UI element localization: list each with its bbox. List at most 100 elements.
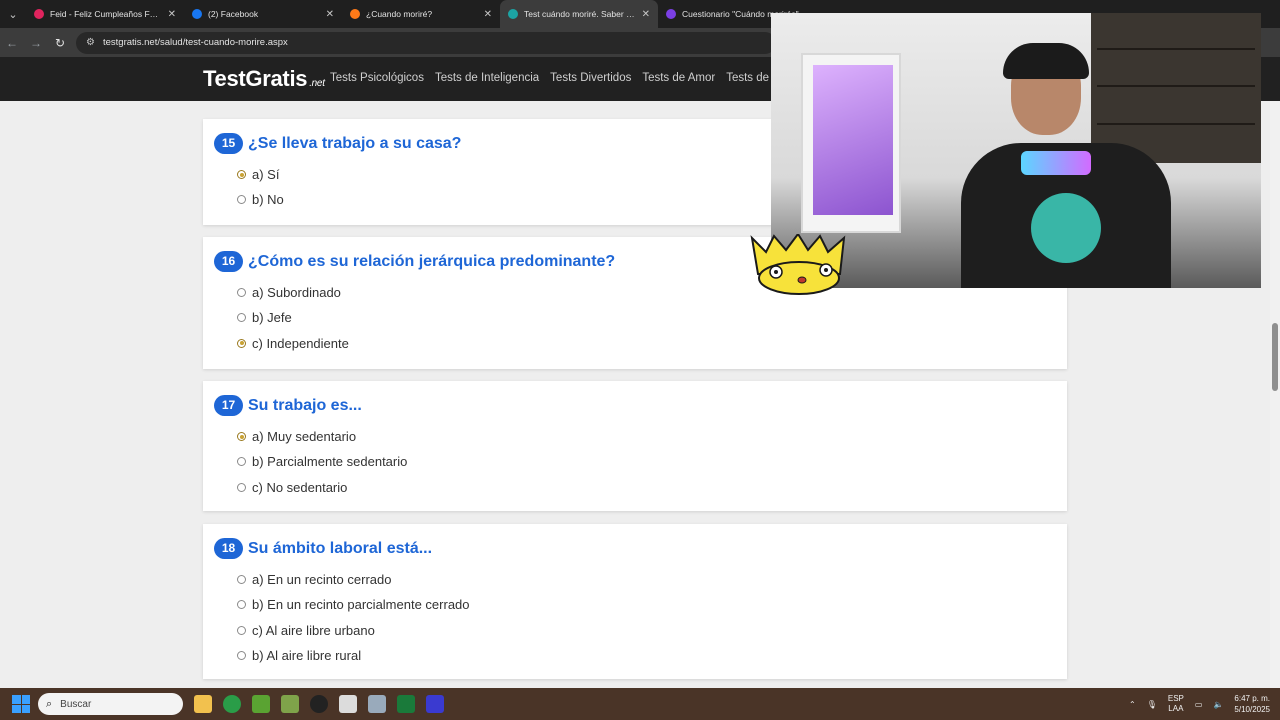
clock-time: 6:47 p. m. (1234, 694, 1270, 703)
question-card: 17 Su trabajo es... a) Muy sedentario b) Pa… (203, 381, 1067, 511)
scrollbar-thumb[interactable] (1272, 323, 1278, 391)
answer-option[interactable]: a) Subordinado (237, 285, 341, 300)
answer-option[interactable]: a) En un recinto cerrado (237, 572, 391, 587)
answer-option[interactable]: c) No sedentario (237, 480, 347, 495)
taskbar-clock[interactable]: 6:47 p. m. 5/10/2025 (1234, 693, 1270, 715)
site-nav-link[interactable]: Tests Psicológicos (330, 72, 424, 84)
question-text: Su ámbito laboral está... (248, 539, 433, 557)
forward-arrow-icon[interactable]: → (24, 36, 48, 50)
tab-favicon-icon (508, 9, 518, 19)
answer-option[interactable]: a) Muy sedentario (237, 429, 356, 444)
answer-option-label: a) Sí (252, 167, 280, 182)
radio-unselected[interactable] (237, 457, 246, 467)
site-nav-link[interactable]: Tests Divertidos (550, 72, 631, 84)
answer-option-label: c) Al aire libre urbano (252, 622, 375, 638)
site-nav-link[interactable]: Tests de Inteligencia (435, 72, 539, 84)
browser-tab[interactable]: Feid - Feliz Cumpleaños Ferxxo ✕ (26, 0, 184, 28)
media-player-icon[interactable] (397, 695, 415, 713)
answer-option[interactable]: b) En un recinto parcialmente cerrado (237, 597, 470, 612)
tab-close-icon[interactable]: ✕ (484, 9, 492, 20)
webcam-shirt-print (1031, 193, 1101, 263)
network-icon[interactable]: ▭ (1195, 700, 1203, 709)
language-indicator[interactable]: ESP LAA (1168, 694, 1184, 714)
app-g-icon[interactable] (310, 695, 328, 713)
volume-icon[interactable]: 🔈 (1213, 700, 1223, 709)
radio-unselected[interactable] (237, 195, 246, 205)
browser-tab[interactable]: ¿Cuando moriré? ✕ (342, 0, 500, 28)
chrome-icon[interactable] (223, 695, 241, 713)
answer-option-label: b) Parcialmente sedentario (252, 454, 408, 470)
language-code: ESP (1167, 694, 1184, 703)
webcam-microphone (1021, 151, 1091, 175)
scrollbar[interactable] (1270, 101, 1280, 688)
site-nav-link[interactable]: Tests de Amor (642, 72, 715, 84)
answer-option-label: c) No sedentario (252, 479, 348, 495)
radio-unselected[interactable] (237, 313, 246, 323)
reload-icon[interactable]: ↻ (48, 36, 72, 50)
answer-option[interactable]: b) Parcialmente sedentario (237, 454, 407, 469)
system-tray: ⌃ 🎙 ESP LAA ▭ 🔈 6:47 p. m. 5/10/2025 (1129, 688, 1270, 720)
answer-option-label: b) Al aire libre rural (252, 647, 362, 663)
answer-option[interactable]: b) Al aire libre rural (237, 648, 361, 663)
site-logo-text: TestGratis (203, 66, 308, 91)
keyboard-layout: LAA (1168, 704, 1184, 713)
radio-unselected[interactable] (237, 650, 246, 660)
radio-unselected[interactable] (237, 482, 246, 492)
address-bar-url: testgratis.net/salud/test-cuando-morire.… (102, 37, 288, 48)
radio-selected[interactable] (237, 170, 246, 179)
radio-unselected[interactable] (237, 288, 246, 297)
windows-taskbar: ⌕ Buscar ⌃ 🎙 ESP LAA ▭ 🔈 6:47 p. m. 5/10… (0, 688, 1280, 720)
question-number-badge: 15 (214, 133, 243, 154)
document-app-icon[interactable] (339, 695, 357, 713)
radio-selected[interactable] (237, 432, 246, 441)
answer-option-label: a) En un recinto cerrado (252, 572, 392, 587)
tray-chevron-up-icon[interactable]: ⌃ (1129, 700, 1136, 709)
radio-unselected[interactable] (237, 575, 246, 584)
radio-unselected[interactable] (237, 625, 246, 635)
crown-mascot-icon (750, 234, 846, 295)
answer-option[interactable]: c) Independiente (237, 336, 349, 351)
address-bar[interactable]: ⚙ testgratis.net/salud/test-cuando-morir… (76, 31, 776, 54)
taskbar-search[interactable]: ⌕ Buscar (38, 693, 183, 715)
radio-unselected[interactable] (237, 600, 246, 610)
calculator-icon[interactable] (368, 695, 386, 713)
browser-tab[interactable]: Test cuándo moriré. Saber edad ✕ (500, 0, 658, 28)
answer-option[interactable]: a) Sí (237, 167, 279, 182)
tab-favicon-icon (350, 9, 360, 19)
site-logo-suffix: .net (309, 78, 325, 89)
tab-favicon-icon (34, 9, 44, 19)
tab-favicon-icon (192, 9, 202, 19)
tab-close-icon[interactable]: ✕ (642, 9, 650, 20)
clock-date: 5/10/2025 (1234, 705, 1270, 714)
question-number-badge: 16 (214, 251, 243, 272)
browser-tab[interactable]: (2) Facebook ✕ (184, 0, 342, 28)
question-header: 18 Su ámbito laboral está... (214, 538, 432, 559)
answer-option[interactable]: b) No (237, 192, 284, 207)
minecraft-launcher-icon[interactable] (281, 695, 299, 713)
microphone-icon[interactable]: 🎙 (1147, 700, 1157, 709)
answer-option-label: b) Jefe (252, 310, 292, 326)
site-logo[interactable]: TestGratis .net (203, 66, 325, 92)
back-arrow-icon[interactable]: ← (0, 36, 24, 50)
tab-close-icon[interactable]: ✕ (326, 9, 334, 20)
taskbar-search-placeholder: Buscar (60, 698, 92, 710)
radio-selected[interactable] (237, 338, 246, 348)
question-header: 15 ¿Se lleva trabajo a su casa? (214, 133, 461, 154)
question-text: ¿Cómo es su relación jerárquica predomin… (248, 252, 616, 270)
file-explorer-icon[interactable] (194, 695, 212, 713)
answer-option-label: b) En un recinto parcialmente cerrado (252, 597, 470, 613)
site-settings-icon[interactable]: ⚙ (86, 37, 95, 48)
answer-option[interactable]: c) Al aire libre urbano (237, 623, 375, 638)
minecraft-icon[interactable] (252, 695, 270, 713)
answer-option-label: c) Independiente (252, 335, 349, 351)
app-v-icon[interactable] (426, 695, 444, 713)
answer-option-label: a) Subordinado (252, 285, 341, 300)
tab-title: (2) Facebook (208, 9, 259, 19)
question-text: Su trabajo es... (248, 396, 362, 414)
tab-search-chevron-icon[interactable]: ⌄ (0, 0, 26, 28)
tab-title: ¿Cuando moriré? (366, 9, 433, 19)
answer-option[interactable]: b) Jefe (237, 310, 292, 325)
tab-close-icon[interactable]: ✕ (168, 9, 176, 20)
windows-start-icon[interactable] (12, 695, 30, 713)
site-nav: Tests Psicológicos Tests de Inteligencia T… (330, 72, 822, 84)
